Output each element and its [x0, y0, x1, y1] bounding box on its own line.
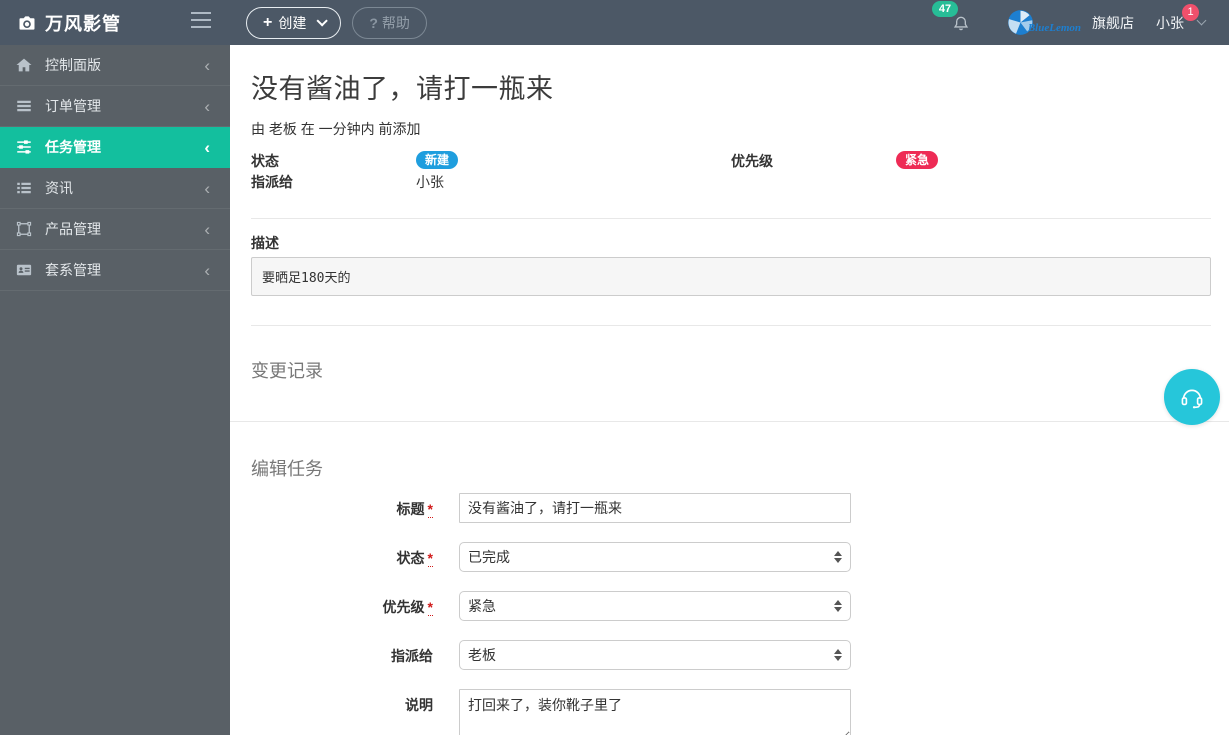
orders-icon: [17, 100, 31, 112]
priority-field-label: 优先级 *: [382, 599, 433, 616]
priority-badge: 紧急: [896, 151, 939, 169]
title-field-label: 标题 *: [396, 501, 433, 518]
chevron-down-icon: [1196, 15, 1207, 26]
notifications-button[interactable]: 47: [931, 0, 973, 38]
required-mark: *: [427, 599, 433, 616]
changelog-heading: 变更记录: [251, 361, 323, 381]
chevron-left-icon: ‹: [204, 219, 210, 239]
app-brand: 万风影管: [0, 0, 230, 45]
support-chat-button[interactable]: [1164, 369, 1220, 425]
status-badge: 新建: [416, 151, 459, 169]
topbar-right: 47 BlueLemon 旗舰店 小张 1: [931, 0, 1229, 38]
edit-task-form: 标题* 状态* 已完成 优先级* 紧急: [251, 493, 1211, 735]
required-mark: *: [427, 501, 433, 518]
divider: [230, 421, 1229, 422]
assignee-value: 小张: [416, 174, 444, 190]
priority-label: 优先级: [731, 153, 773, 169]
menu-toggle-icon[interactable]: [191, 12, 211, 32]
required-mark: *: [427, 550, 433, 567]
sidebar-item-orders[interactable]: 订单管理 ‹: [0, 86, 230, 127]
task-byline: 由 老板 在 一分钟内 前添加: [251, 121, 421, 137]
status-select[interactable]: 已完成: [459, 542, 851, 572]
list-icon: [17, 182, 31, 194]
edit-task-heading: 编辑任务: [251, 459, 323, 479]
camera-icon: [19, 15, 35, 30]
plus-icon: +: [263, 13, 273, 31]
chevron-left-icon: ‹: [204, 260, 210, 280]
store-link[interactable]: 旗舰店: [1092, 13, 1134, 33]
description-value: 要晒足180天的: [251, 257, 1211, 296]
sidebar-item-products[interactable]: 产品管理 ‹: [0, 209, 230, 250]
status-field-label: 状态 *: [396, 550, 433, 567]
sidebar-item-label: 订单管理: [45, 98, 101, 114]
help-button[interactable]: ? 帮助: [352, 6, 427, 39]
create-button[interactable]: + 创建: [246, 6, 342, 39]
chevron-left-icon: ‹: [204, 178, 210, 198]
sidebar: 控制面版 ‹ 订单管理 ‹ 任务管理 ‹ 资讯 ‹ 产品管理 ‹ 套系管理 ‹: [0, 45, 230, 735]
sidebar-item-label: 产品管理: [45, 221, 101, 237]
sidebar-item-news[interactable]: 资讯 ‹: [0, 168, 230, 209]
assignee-label: 指派给: [251, 174, 293, 190]
priority-select[interactable]: 紧急: [459, 591, 851, 621]
home-icon: [16, 58, 32, 72]
chevron-left-icon: ‹: [204, 137, 210, 157]
divider: [251, 218, 1211, 219]
bluelemon-logo[interactable]: BlueLemon: [1007, 9, 1081, 36]
sidebar-item-label: 套系管理: [45, 262, 101, 278]
id-card-icon: [16, 264, 32, 276]
sidebar-item-packages[interactable]: 套系管理 ‹: [0, 250, 230, 291]
tasks-icon: [17, 140, 31, 154]
sidebar-item-label: 控制面版: [45, 57, 101, 73]
divider: [251, 325, 1211, 326]
create-button-label: 创建: [278, 14, 307, 31]
description-label: 描述: [251, 235, 279, 251]
chevron-down-icon: [316, 14, 329, 27]
sidebar-item-label: 任务管理: [45, 139, 101, 155]
product-frame-icon: [16, 221, 32, 237]
bell-icon: [953, 16, 968, 30]
chevron-left-icon: ‹: [204, 55, 210, 75]
user-name: 小张: [1156, 14, 1184, 31]
chevron-left-icon: ‹: [204, 96, 210, 116]
page-title: 没有酱油了，请打一瓶来: [251, 74, 554, 104]
sidebar-item-dashboard[interactable]: 控制面版 ‹: [0, 45, 230, 86]
app-title: 万风影管: [45, 13, 121, 34]
task-attributes: 状态 新建 指派给 小张 优先级 紧急: [251, 151, 1211, 193]
user-menu[interactable]: 小张 1: [1156, 3, 1207, 33]
sidebar-item-tasks[interactable]: 任务管理 ‹: [0, 127, 230, 168]
main-content: 没有酱油了，请打一瓶来 由 老板 在 一分钟内 前添加 状态 新建 指派给 小张…: [230, 0, 1229, 735]
question-icon: ?: [369, 14, 378, 31]
topbar: 万风影管 + 创建 ? 帮助 47 BlueLemon 旗舰店 小张 1: [0, 0, 1229, 45]
user-notification-badge: 1: [1182, 3, 1199, 21]
bluelemon-wordmark: BlueLemon: [1027, 22, 1081, 34]
assignee-select[interactable]: 老板: [459, 640, 851, 670]
help-button-label: 帮助: [381, 14, 410, 31]
assignee-field-label: 指派给: [391, 648, 433, 664]
note-field-label: 说明: [405, 697, 433, 713]
headset-icon: [1181, 389, 1203, 409]
title-input[interactable]: [459, 493, 851, 523]
sidebar-item-label: 资讯: [45, 180, 73, 196]
status-label: 状态: [251, 153, 279, 169]
note-textarea[interactable]: 打回来了，装你靴子里了: [459, 689, 851, 735]
